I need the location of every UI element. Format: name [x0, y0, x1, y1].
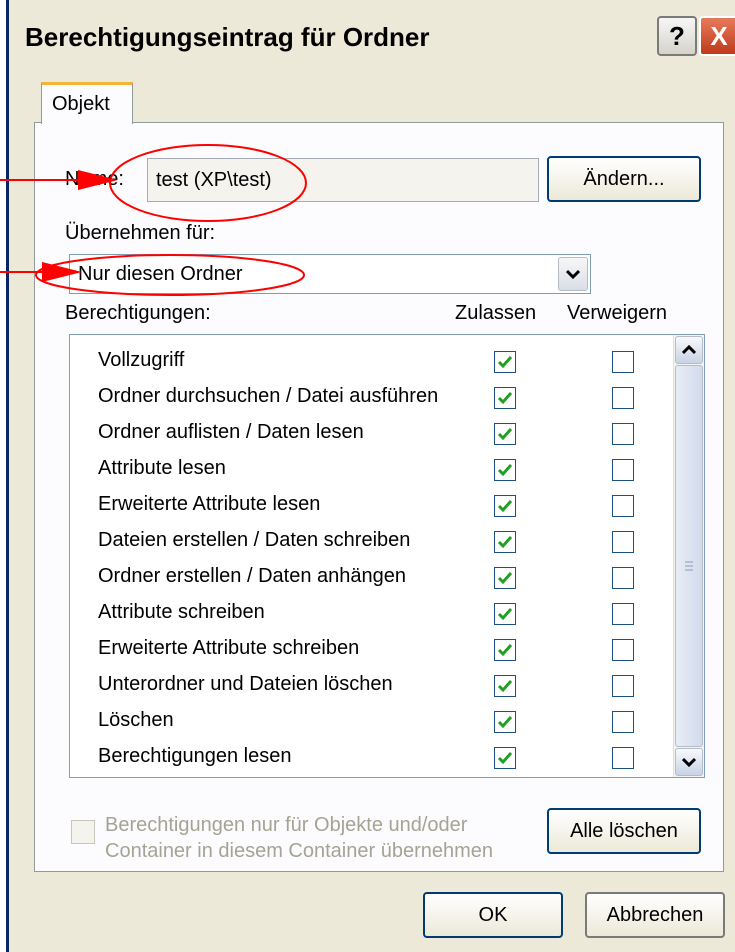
close-icon: X [710, 20, 728, 51]
permission-row: Attribute schreiben [70, 595, 670, 631]
allow-checkbox[interactable] [494, 567, 516, 589]
ok-button[interactable]: OK [423, 892, 563, 938]
scrollbar[interactable] [673, 335, 704, 777]
permission-label: Attribute schreiben [98, 601, 265, 623]
apply-dropdown[interactable]: Nur diesen Ordner [69, 254, 591, 294]
permission-label: Berechtigungen lesen [98, 745, 292, 767]
allow-checkbox[interactable] [494, 711, 516, 733]
deny-checkbox[interactable] [612, 351, 634, 373]
title-bar[interactable]: Berechtigungseintrag für Ordner ? X [9, 0, 735, 72]
name-value: test (XP\test) [156, 169, 272, 191]
cancel-button[interactable]: Abbrechen [585, 892, 725, 938]
permissions-list[interactable]: Vollzugriff Ordner durchsuchen / Datei au… [69, 334, 705, 778]
deny-checkbox[interactable] [612, 603, 634, 625]
allow-checkbox[interactable] [494, 387, 516, 409]
deny-checkbox[interactable] [612, 459, 634, 481]
permission-row: Berechtigungen lesen [70, 739, 670, 775]
permission-label: Unterordner und Dateien löschen [98, 673, 393, 695]
chevron-down-icon [682, 757, 696, 767]
deny-checkbox[interactable] [612, 639, 634, 661]
deny-checkbox[interactable] [612, 423, 634, 445]
permission-row: Ordner auflisten / Daten lesen [70, 415, 670, 451]
permission-label: Erweiterte Attribute lesen [98, 493, 321, 515]
allow-checkbox[interactable] [494, 459, 516, 481]
allow-checkbox[interactable] [494, 747, 516, 769]
permission-row: Attribute lesen [70, 451, 670, 487]
allow-checkbox[interactable] [494, 351, 516, 373]
grip-icon [685, 561, 693, 571]
clear-all-button[interactable]: Alle löschen [547, 808, 701, 854]
apply-selected: Nur diesen Ordner [78, 263, 243, 285]
tab-objekt[interactable]: Objekt [41, 82, 133, 124]
allow-checkbox[interactable] [494, 423, 516, 445]
inherit-line-1: Berechtigungen nur für Objekte und/oder [105, 814, 468, 836]
permission-label: Ordner erstellen / Daten anhängen [98, 565, 406, 587]
inherit-checkbox[interactable] [71, 820, 95, 844]
permission-row: Vollzugriff [70, 343, 670, 379]
window-title: Berechtigungseintrag für Ordner [25, 22, 430, 52]
permissions-label: Berechtigungen: [65, 302, 211, 324]
name-label: Name: [65, 168, 124, 190]
deny-checkbox[interactable] [612, 747, 634, 769]
deny-checkbox[interactable] [612, 711, 634, 733]
deny-checkbox[interactable] [612, 495, 634, 517]
permission-label: Ordner auflisten / Daten lesen [98, 421, 364, 443]
inherit-line-2: Container in diesem Container übernehmen [105, 840, 494, 862]
help-button[interactable]: ? [657, 16, 697, 56]
chevron-up-icon [682, 345, 696, 355]
tab-label: Objekt [52, 93, 110, 115]
change-button[interactable]: Ändern... [547, 156, 701, 202]
scroll-down-button[interactable] [675, 748, 703, 776]
chevron-down-icon[interactable] [558, 257, 588, 291]
scroll-thumb[interactable] [675, 365, 703, 747]
permission-row: Unterordner und Dateien löschen [70, 667, 670, 703]
permission-label: Löschen [98, 709, 174, 731]
cancel-label: Abbrechen [606, 904, 704, 926]
permission-label: Attribute lesen [98, 457, 226, 479]
allow-checkbox[interactable] [494, 495, 516, 517]
clear-all-label: Alle löschen [570, 820, 678, 842]
help-icon: ? [669, 20, 685, 51]
permission-row: Dateien erstellen / Daten schreiben [70, 523, 670, 559]
permission-label: Erweiterte Attribute schreiben [98, 637, 360, 659]
permission-row: Berechtigungen ändern [70, 775, 670, 777]
ok-label: OK [478, 904, 508, 926]
permission-label: Ordner durchsuchen / Datei ausführen [98, 385, 439, 407]
permission-row: Ordner durchsuchen / Datei ausführen [70, 379, 670, 415]
deny-checkbox[interactable] [612, 567, 634, 589]
deny-header: Verweigern [567, 302, 668, 324]
allow-checkbox[interactable] [494, 603, 516, 625]
close-button[interactable]: X [699, 16, 735, 56]
inherit-label: Berechtigungen nur für Objekte und/oder … [105, 812, 565, 864]
change-button-label: Ändern... [583, 168, 665, 190]
allow-header: Zulassen [455, 302, 537, 324]
allow-checkbox[interactable] [494, 675, 516, 697]
permission-label: Dateien erstellen / Daten schreiben [98, 529, 411, 551]
permission-label: Vollzugriff [98, 349, 185, 371]
permission-row: Erweiterte Attribute schreiben [70, 631, 670, 667]
allow-checkbox[interactable] [494, 531, 516, 553]
deny-checkbox[interactable] [612, 675, 634, 697]
name-field: test (XP\test) [147, 158, 539, 202]
dialog-window: Berechtigungseintrag für Ordner ? X Obje… [6, 0, 735, 952]
allow-checkbox[interactable] [494, 639, 516, 661]
apply-label: Übernehmen für: [65, 222, 216, 244]
deny-checkbox[interactable] [612, 531, 634, 553]
permission-row: Erweiterte Attribute lesen [70, 487, 670, 523]
scroll-up-button[interactable] [675, 336, 703, 364]
deny-checkbox[interactable] [612, 387, 634, 409]
permission-row: Löschen [70, 703, 670, 739]
permission-row: Ordner erstellen / Daten anhängen [70, 559, 670, 595]
